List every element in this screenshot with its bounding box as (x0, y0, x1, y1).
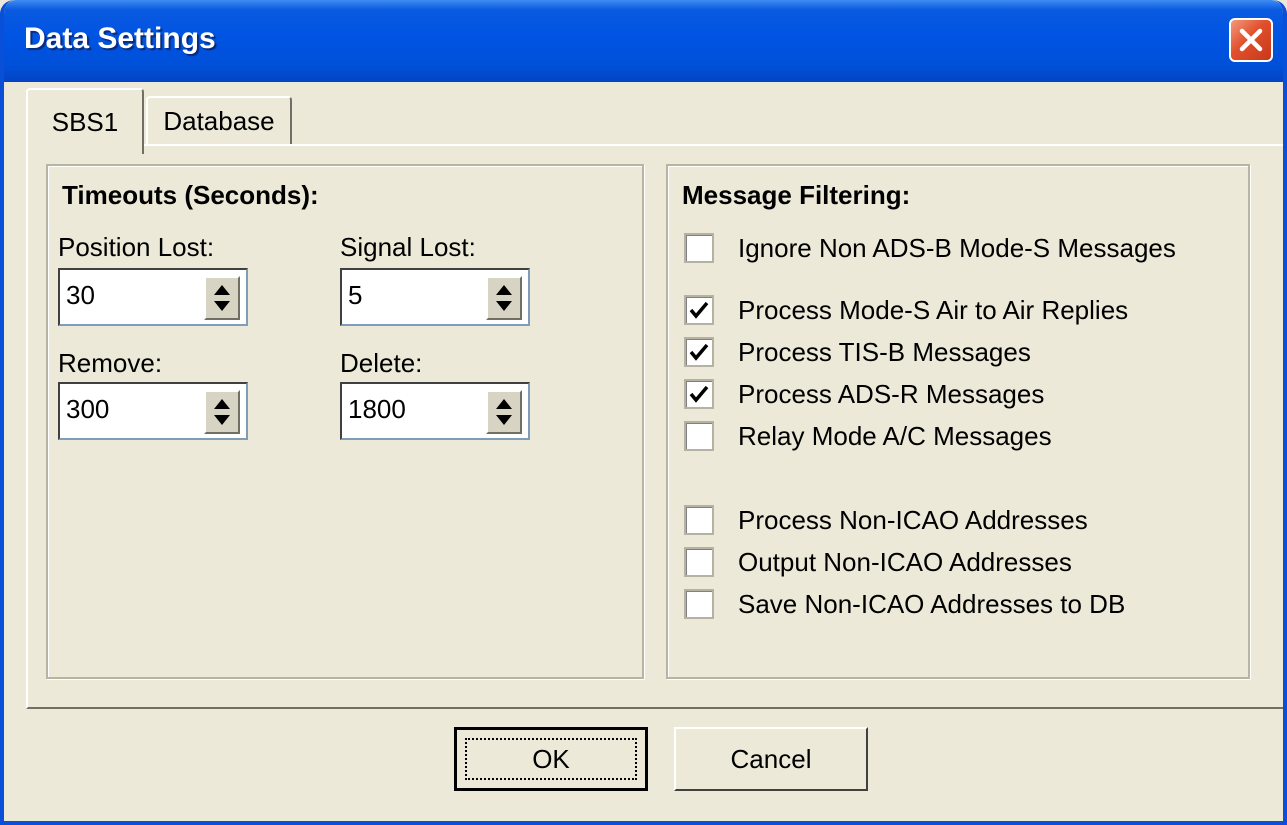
delete-spin-arrows[interactable] (486, 390, 522, 434)
remove-spin-arrows[interactable] (204, 390, 240, 434)
close-button[interactable] (1229, 18, 1273, 62)
spin-arrows-icon (496, 399, 512, 425)
tab-database-label: Database (163, 105, 275, 136)
position-lost-value[interactable]: 30 (66, 280, 95, 311)
checkbox-label: Process Non-ICAO Addresses (738, 504, 1088, 535)
signal-lost-spin-arrows[interactable] (486, 276, 522, 320)
checkbox-process-air-to-air[interactable]: Process Mode-S Air to Air Replies (684, 292, 1128, 328)
checkbox-box[interactable] (684, 379, 714, 409)
position-lost-spin-arrows[interactable] (204, 276, 240, 320)
checkbox-label: Process TIS-B Messages (738, 336, 1031, 367)
checkbox-label: Process ADS-R Messages (738, 378, 1045, 409)
timeouts-group: Timeouts (Seconds): Position Lost: 30 Si… (46, 164, 644, 679)
checkbox-relay-mode-ac[interactable]: Relay Mode A/C Messages (684, 418, 1052, 454)
checkbox-box[interactable] (684, 337, 714, 367)
tab-panel-sbs1: Timeouts (Seconds): Position Lost: 30 Si… (26, 144, 1283, 709)
signal-lost-label: Signal Lost: (340, 232, 476, 262)
message-filtering-title: Message Filtering: (682, 180, 911, 210)
checkbox-process-non-icao[interactable]: Process Non-ICAO Addresses (684, 502, 1088, 538)
message-filtering-group: Message Filtering: Ignore Non ADS-B Mode… (666, 164, 1250, 679)
checkbox-box[interactable] (684, 547, 714, 577)
checkmark-icon (689, 385, 709, 403)
checkbox-save-non-icao-db[interactable]: Save Non-ICAO Addresses to DB (684, 586, 1125, 622)
tab-database[interactable]: Database (146, 96, 292, 144)
checkbox-label: Relay Mode A/C Messages (738, 420, 1052, 451)
checkbox-label: Output Non-ICAO Addresses (738, 546, 1072, 577)
window-title: Data Settings (24, 22, 216, 55)
checkbox-box[interactable] (684, 295, 714, 325)
position-lost-spinner[interactable]: 30 (58, 268, 248, 326)
ok-button[interactable]: OK (454, 727, 648, 791)
cancel-button-label: Cancel (730, 743, 812, 774)
focus-rectangle (465, 738, 637, 780)
tab-sbs1[interactable]: SBS1 (26, 88, 144, 154)
checkbox-output-non-icao[interactable]: Output Non-ICAO Addresses (684, 544, 1072, 580)
checkbox-label: Save Non-ICAO Addresses to DB (738, 588, 1126, 619)
checkbox-box[interactable] (684, 233, 714, 263)
spin-arrows-icon (496, 285, 512, 311)
signal-lost-spinner[interactable]: 5 (340, 268, 530, 326)
delete-spinner[interactable]: 1800 (340, 382, 530, 440)
checkbox-label: Process Mode-S Air to Air Replies (738, 294, 1129, 325)
position-lost-label: Position Lost: (58, 232, 215, 262)
checkbox-ignore-non-adsb[interactable]: Ignore Non ADS-B Mode-S Messages (684, 230, 1176, 266)
dialog-window: Data Settings SBS1 Database Timeouts (Se… (0, 0, 1287, 825)
checkmark-icon (689, 301, 709, 319)
checkbox-box[interactable] (684, 505, 714, 535)
signal-lost-value[interactable]: 5 (348, 280, 362, 311)
checkbox-process-tis-b[interactable]: Process TIS-B Messages (684, 334, 1031, 370)
cancel-button[interactable]: Cancel (674, 727, 868, 791)
checkbox-label: Ignore Non ADS-B Mode-S Messages (738, 232, 1176, 263)
checkbox-box[interactable] (684, 421, 714, 451)
spin-arrows-icon (214, 285, 230, 311)
remove-spinner[interactable]: 300 (58, 382, 248, 440)
spin-arrows-icon (214, 399, 230, 425)
timeouts-title: Timeouts (Seconds): (62, 180, 319, 210)
delete-value[interactable]: 1800 (348, 394, 406, 425)
remove-value[interactable]: 300 (66, 394, 109, 425)
remove-label: Remove: (58, 348, 163, 378)
tab-sbs1-label: SBS1 (51, 106, 119, 137)
delete-label: Delete: (340, 348, 423, 378)
checkmark-icon (689, 343, 709, 361)
checkbox-process-ads-r[interactable]: Process ADS-R Messages (684, 376, 1044, 412)
checkbox-box[interactable] (684, 589, 714, 619)
close-icon (1239, 28, 1263, 52)
title-bar[interactable]: Data Settings (4, 0, 1283, 82)
